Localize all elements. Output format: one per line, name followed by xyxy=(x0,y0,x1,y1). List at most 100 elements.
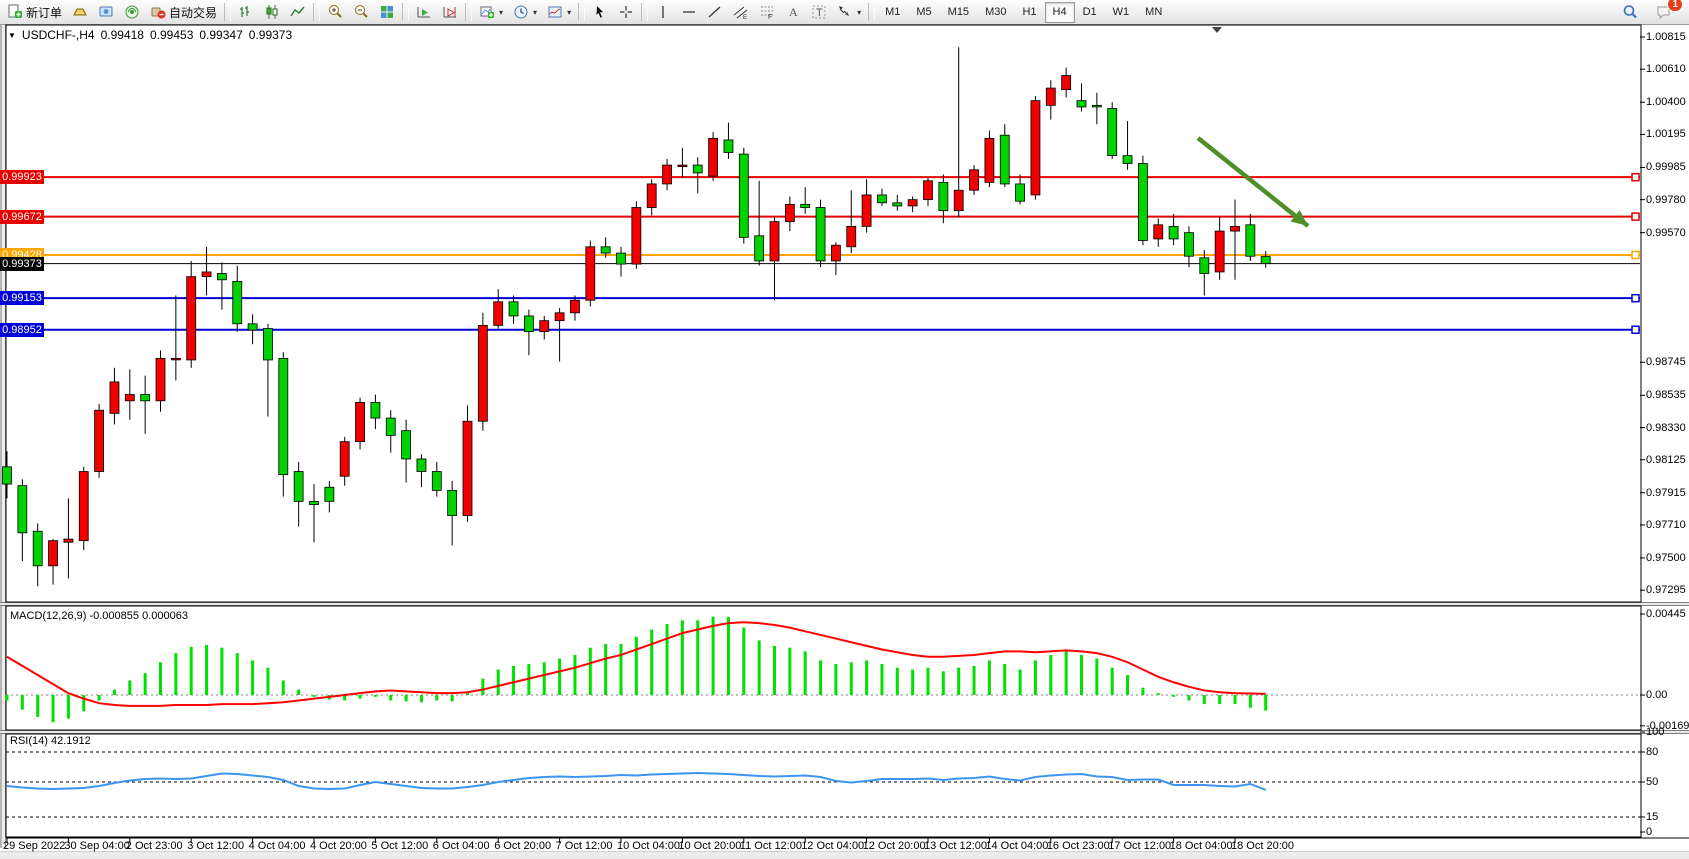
price-open: 0.99418 xyxy=(101,28,144,42)
candle-body xyxy=(801,204,810,207)
hline-handle[interactable] xyxy=(1632,213,1639,220)
candle-body xyxy=(524,316,533,332)
date-axis-label: 18 Oct 20:00 xyxy=(1231,840,1294,852)
candle-body xyxy=(1000,135,1009,184)
price-axis-label: 1.00195 xyxy=(1646,128,1686,140)
candle-body xyxy=(79,472,88,541)
date-axis-label: 6 Oct 20:00 xyxy=(494,840,551,852)
rsi-axis-label: 50 xyxy=(1646,776,1658,788)
chart-menu-icon[interactable]: ▼ xyxy=(8,31,16,40)
candle-body xyxy=(64,539,73,542)
bid-price-tag: 0.99373 xyxy=(0,257,44,271)
price-tag-0.99672: 0.99672 xyxy=(0,210,44,224)
candle-body xyxy=(1246,225,1255,256)
hline-handle[interactable] xyxy=(1632,295,1639,302)
price-axis-label: 0.99570 xyxy=(1646,227,1686,239)
rsi-panel[interactable] xyxy=(6,734,1641,837)
date-axis-label: 12 Oct 04:00 xyxy=(801,840,864,852)
date-axis-label: 10 Oct 04:00 xyxy=(617,840,680,852)
macd-label: MACD(12,26,9) -0.000855 0.000063 xyxy=(10,610,188,622)
price-axis-label: 0.97500 xyxy=(1646,552,1686,564)
candle-body xyxy=(110,382,119,413)
candle-body xyxy=(279,358,288,474)
price-axis-label: 0.98745 xyxy=(1646,356,1686,368)
candle-body xyxy=(755,236,764,261)
candle-body xyxy=(310,501,319,504)
candle-body xyxy=(770,222,779,261)
price-high: 0.99453 xyxy=(150,28,193,42)
candle-body xyxy=(555,313,564,321)
candle-body xyxy=(1031,101,1040,195)
candle-body xyxy=(371,402,380,418)
candle-body xyxy=(877,195,886,203)
candle-body xyxy=(33,531,42,566)
candle-body xyxy=(617,253,626,264)
candle-body xyxy=(785,204,794,221)
candle-body xyxy=(1215,231,1224,272)
candle-body xyxy=(1077,101,1086,107)
date-axis-label: 3 Oct 12:00 xyxy=(187,840,244,852)
candle-body xyxy=(156,358,165,400)
candle-body xyxy=(831,245,840,261)
candle-body xyxy=(432,472,441,491)
candle-body xyxy=(924,181,933,200)
candle-body xyxy=(1200,258,1209,274)
mt4-terminal: { "toolbar": { "groups": [ {"buttons":[{… xyxy=(0,0,1689,859)
candle-body xyxy=(248,324,257,330)
hline-handle[interactable] xyxy=(1632,326,1639,333)
candle-body xyxy=(1108,109,1117,156)
candle-body xyxy=(724,140,733,153)
candle-body xyxy=(325,487,334,501)
candle-body xyxy=(49,541,58,566)
date-axis-label: 10 Oct 20:00 xyxy=(678,840,741,852)
price-axis-label: 0.97915 xyxy=(1646,487,1686,499)
candle-body xyxy=(171,358,180,360)
candle-body xyxy=(1138,164,1147,241)
price-tag-0.99923: 0.99923 xyxy=(0,170,44,184)
price-axis-label: 0.98535 xyxy=(1646,389,1686,401)
price-tag-0.99153: 0.99153 xyxy=(0,291,44,305)
candle-body xyxy=(478,325,487,421)
symbol-period: USDCHF-,H4 xyxy=(22,28,95,42)
candle-body xyxy=(647,184,656,208)
candle-body xyxy=(417,459,426,472)
date-axis-label: 12 Oct 20:00 xyxy=(863,840,926,852)
candle-body xyxy=(709,138,718,176)
candle-body xyxy=(402,431,411,459)
price-axis-label: 0.99780 xyxy=(1646,194,1686,206)
price-axis-label: 0.97710 xyxy=(1646,519,1686,531)
candle-body xyxy=(816,208,825,261)
candle-body xyxy=(233,281,242,323)
rsi-axis-label: 100 xyxy=(1646,726,1664,738)
candle-body xyxy=(294,472,303,502)
candle-body xyxy=(3,467,12,484)
candle-body xyxy=(663,165,672,184)
main-chart-panel[interactable] xyxy=(6,25,1641,602)
rsi-axis-label: 15 xyxy=(1646,811,1658,823)
date-axis-label: 2 Oct 23:00 xyxy=(126,840,183,852)
candle-body xyxy=(1062,76,1071,90)
candle-body xyxy=(540,321,549,332)
candle-body xyxy=(570,300,579,313)
chart-canvas[interactable] xyxy=(0,0,1689,859)
candle-body xyxy=(509,302,518,316)
hline-handle[interactable] xyxy=(1632,251,1639,258)
price-tag-0.98952: 0.98952 xyxy=(0,323,44,337)
candle-body xyxy=(494,302,503,326)
macd-axis-label: 0.00 xyxy=(1646,689,1667,701)
candle-body xyxy=(586,247,595,300)
candle-body xyxy=(908,200,917,206)
macd-axis-label: 0.00445 xyxy=(1646,608,1686,620)
date-axis-label: 18 Oct 04:00 xyxy=(1170,840,1233,852)
price-axis-label: 1.00815 xyxy=(1646,31,1686,43)
hline-handle[interactable] xyxy=(1632,174,1639,181)
date-axis-label: 30 Sep 04:00 xyxy=(64,840,129,852)
candle-body xyxy=(141,395,150,401)
date-axis-label: 4 Oct 20:00 xyxy=(310,840,367,852)
candle-body xyxy=(125,395,134,401)
candle-body xyxy=(954,190,963,210)
price-axis-label: 0.97295 xyxy=(1646,584,1686,596)
candle-body xyxy=(263,329,272,360)
candle-body xyxy=(217,274,226,280)
candle-body xyxy=(1016,184,1025,201)
